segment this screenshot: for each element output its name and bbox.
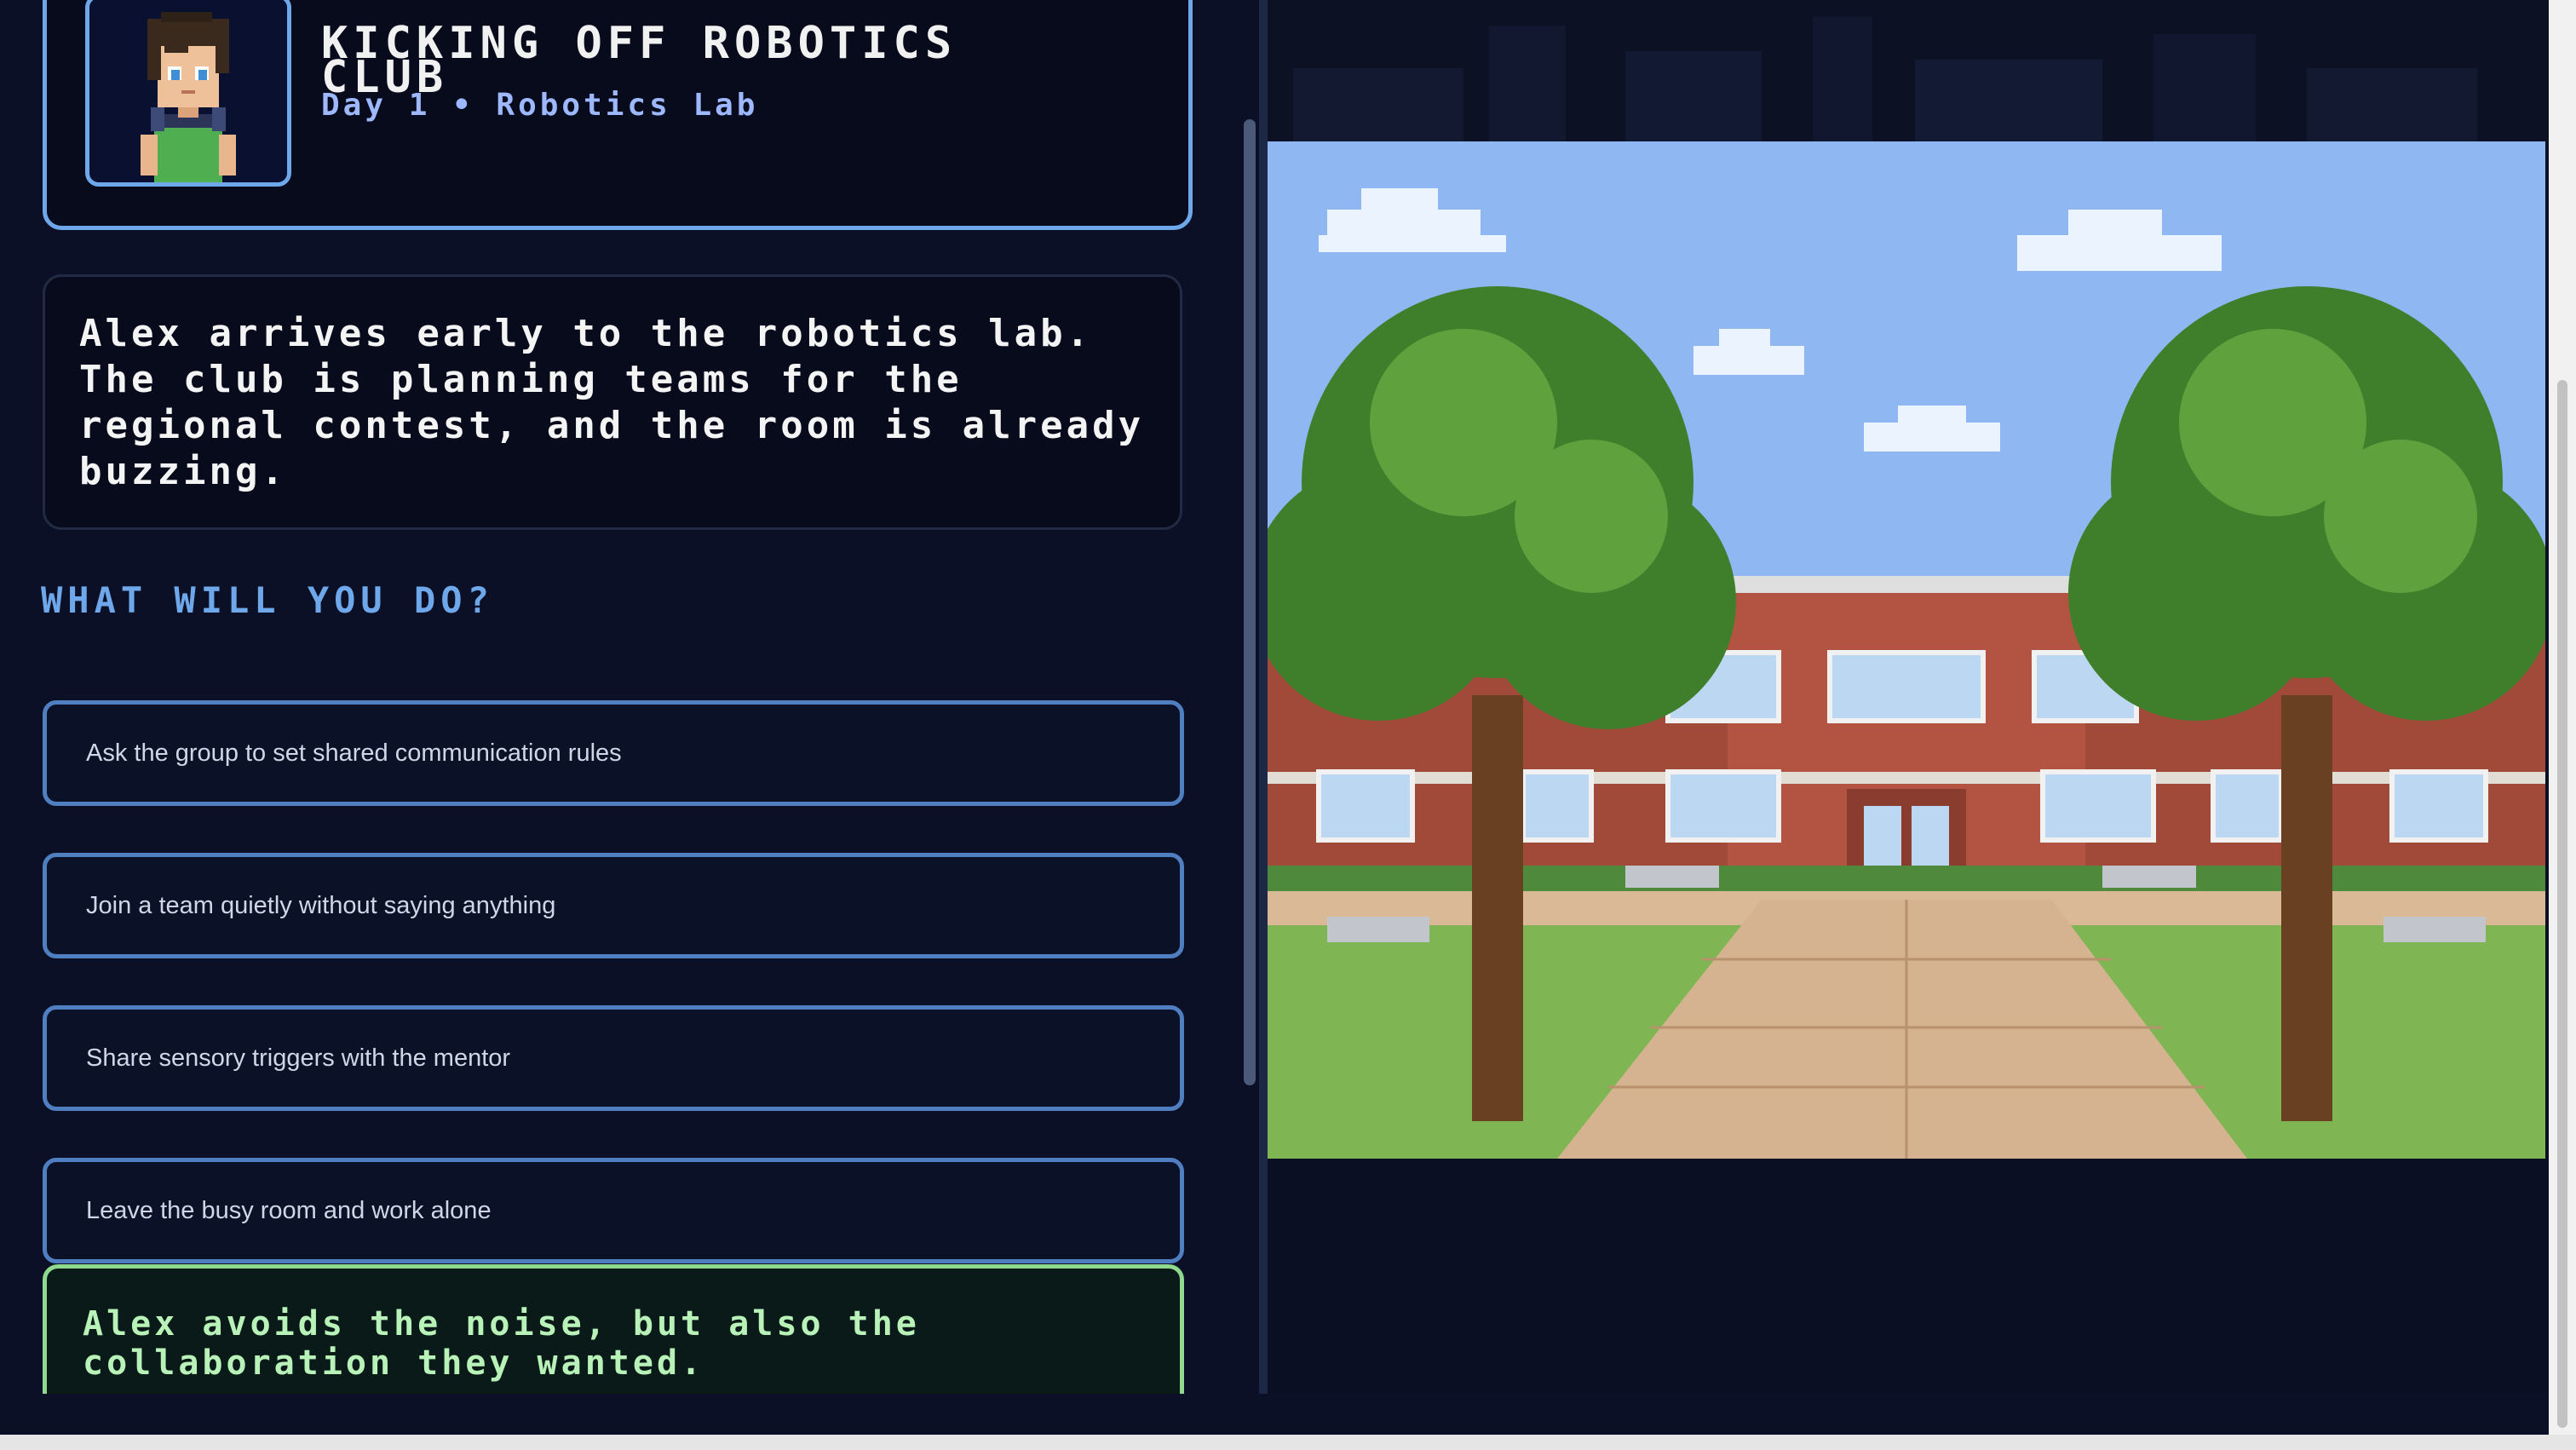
story-text: Alex arrives early to the robotics lab. … bbox=[79, 312, 1145, 493]
panel-divider bbox=[1259, 0, 1268, 1394]
character-portrait bbox=[85, 0, 291, 187]
choice-prompt-heading: WHAT WILL YOU DO? bbox=[41, 579, 494, 621]
student-avatar-icon bbox=[89, 0, 287, 182]
chapter-header: KICKING OFF ROBOTICS CLUB Day 1 • Roboti… bbox=[43, 0, 1193, 230]
page-scrollbar-track[interactable] bbox=[2549, 0, 2576, 1435]
school-courtyard-scene bbox=[1251, 141, 2554, 1159]
outcome-feedback: Alex avoids the noise, but also the coll… bbox=[43, 1264, 1184, 1394]
scene-backdrop bbox=[1268, 0, 2549, 141]
outcome-text: Alex avoids the noise, but also the coll… bbox=[83, 1304, 920, 1383]
panel-scrollbar[interactable] bbox=[1244, 119, 1256, 1085]
choice-button-1[interactable]: Ask the group to set shared communicatio… bbox=[43, 700, 1184, 806]
story-narration: Alex arrives early to the robotics lab. … bbox=[43, 274, 1182, 530]
story-panel: KICKING OFF ROBOTICS CLUB Day 1 • Roboti… bbox=[0, 0, 1259, 1394]
chapter-subtitle: Day 1 • Robotics Lab bbox=[321, 88, 759, 123]
scene-panel bbox=[1251, 0, 2554, 1394]
chapter-title: KICKING OFF ROBOTICS CLUB bbox=[321, 18, 957, 103]
page-scrollbar-thumb[interactable] bbox=[2557, 380, 2567, 1428]
choice-button-3[interactable]: Share sensory triggers with the mentor bbox=[43, 1005, 1184, 1111]
choice-button-2[interactable]: Join a team quietly without saying anyth… bbox=[43, 853, 1184, 958]
horizontal-scrollbar-track bbox=[0, 1435, 2576, 1450]
choice-button-4[interactable]: Leave the busy room and work alone bbox=[43, 1158, 1184, 1263]
